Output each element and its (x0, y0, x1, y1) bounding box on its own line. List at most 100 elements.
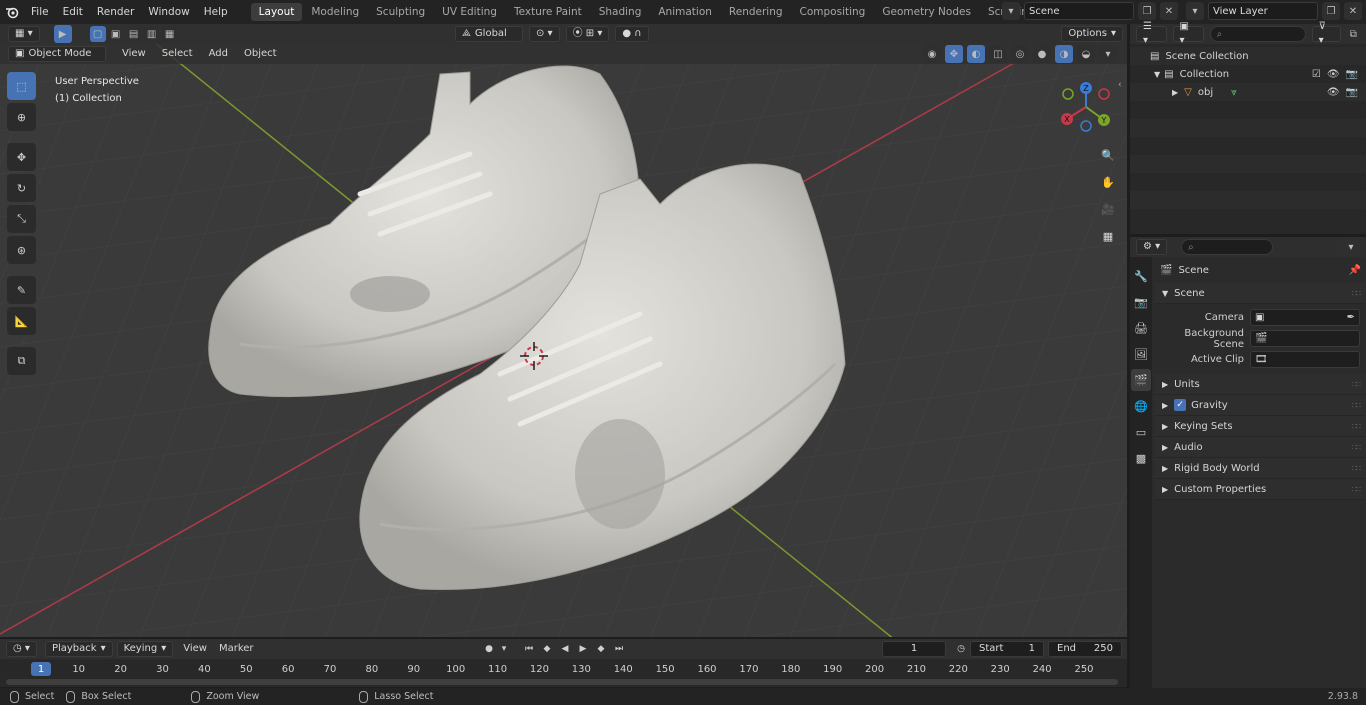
annotate-tool-icon[interactable]: ✎ (7, 276, 36, 304)
perspective-grid-icon[interactable]: ▦ (1097, 225, 1119, 247)
end-frame-field[interactable]: End 250 (1048, 641, 1122, 657)
camera-field[interactable]: ▣ ✒ (1250, 309, 1360, 326)
pin-icon[interactable]: 📌 (1349, 265, 1361, 276)
tab-shading[interactable]: Shading (591, 3, 650, 21)
tab-modeling[interactable]: Modeling (303, 3, 367, 21)
timeline-ruler[interactable]: 1 10 20 30 40 50 60 70 80 90 100 110 120 130 140 150 160… (0, 661, 1127, 677)
gravity-checkbox[interactable]: ✓ (1174, 399, 1187, 411)
transform-orientation-dropdown[interactable]: ⟁ Global (455, 26, 523, 42)
eyedropper-icon[interactable]: ✒ (1347, 312, 1355, 323)
world-tab-icon[interactable]: 🌐 (1131, 395, 1151, 417)
gravity-panel-header[interactable]: ▶ ✓ Gravity ∷∷ (1154, 395, 1366, 416)
tab-rendering[interactable]: Rendering (721, 3, 791, 21)
panel-grip-icon[interactable]: ∷∷ (1352, 485, 1361, 494)
keying-sets-panel-header[interactable]: ▶ Keying Sets ∷∷ (1154, 416, 1366, 437)
gizmo-toggle-icon[interactable]: ✥ (945, 45, 963, 63)
snap-dropdown[interactable]: ⦿ ⊞ ▾ (565, 26, 610, 42)
viewport-menu-object[interactable]: Object (238, 46, 283, 62)
view-layer-close-icon[interactable]: ✕ (1344, 2, 1362, 20)
navigation-gizmo[interactable]: Z Y X (1058, 80, 1118, 140)
options-dropdown[interactable]: Options ▾ (1061, 26, 1123, 42)
tab-texture-paint[interactable]: Texture Paint (506, 3, 590, 21)
viewport-menu-select[interactable]: Select (156, 46, 199, 62)
editor-type-dropdown[interactable]: ▦ ▾ (8, 26, 40, 42)
preview-range-clock-icon[interactable]: ◷ (953, 641, 969, 657)
shading-options-icon[interactable]: ▾ (1099, 45, 1117, 63)
panel-grip-icon[interactable]: ∷∷ (1352, 289, 1361, 298)
xray-toggle-icon[interactable]: ◫ (989, 45, 1007, 63)
prev-keyframe-icon[interactable]: ◆ (539, 641, 555, 657)
record-icon[interactable]: ● (481, 641, 497, 657)
outliner-row-collection[interactable]: ▼ ▤ Collection ☑ 👁 📷 (1130, 65, 1366, 83)
measure-tool-icon[interactable]: 📐 (7, 307, 36, 335)
tab-uv-editing[interactable]: UV Editing (434, 3, 505, 21)
custom-properties-panel-header[interactable]: ▶ Custom Properties ∷∷ (1154, 479, 1366, 500)
tab-geometry-nodes[interactable]: Geometry Nodes (874, 3, 979, 21)
tool-tab-icon[interactable]: 🔧 (1131, 265, 1151, 287)
wireframe-shading-icon[interactable]: ◎ (1011, 45, 1029, 63)
panel-grip-icon[interactable]: ∷∷ (1352, 380, 1361, 389)
rigid-body-world-panel-header[interactable]: ▶ Rigid Body World ∷∷ (1154, 458, 1366, 479)
outliner-display-mode-dropdown[interactable]: ▣ ▾ (1172, 21, 1204, 46)
overlay-toggle-icon[interactable]: ◐ (967, 45, 985, 63)
panel-grip-icon[interactable]: ∷∷ (1352, 401, 1361, 410)
panel-grip-icon[interactable]: ∷∷ (1352, 464, 1361, 473)
scene-tab-icon[interactable]: 🎬 (1131, 369, 1151, 391)
blender-logo-icon[interactable] (0, 0, 24, 24)
timeline-scrollbar[interactable] (6, 679, 1118, 685)
tab-sculpting[interactable]: Sculpting (368, 3, 433, 21)
collection-eye-icon[interactable]: 👁 (1327, 69, 1340, 80)
units-panel-header[interactable]: ▶ Units ∷∷ (1154, 374, 1366, 395)
scene-copy-icon[interactable]: ❐ (1138, 2, 1156, 20)
menu-edit[interactable]: Edit (56, 2, 90, 22)
next-keyframe-icon[interactable]: ◆ (593, 641, 609, 657)
panel-grip-icon[interactable]: ∷∷ (1352, 443, 1361, 452)
record-options-icon[interactable]: ▾ (499, 641, 509, 657)
select-invert-icon[interactable]: ▥ (143, 26, 160, 42)
scene-close-icon[interactable]: ✕ (1160, 2, 1178, 20)
view-layer-tab-icon[interactable]: 🖼 (1131, 343, 1151, 365)
pivot-point-dropdown[interactable]: ⊙ ▾ (529, 26, 560, 42)
output-tab-icon[interactable]: 🖨 (1131, 317, 1151, 339)
menu-file[interactable]: File (24, 2, 56, 22)
new-collection-icon[interactable]: ⧉ (1346, 25, 1361, 43)
proportional-edit-dropdown[interactable]: ● ∩ (615, 26, 649, 42)
outliner-editor-type-dropdown[interactable]: ☰ ▾ (1136, 21, 1167, 46)
scene-panel-header[interactable]: ▼ Scene ∷∷ (1154, 283, 1366, 304)
select-intersect-icon[interactable]: ▦ (161, 26, 178, 42)
cursor-tool-icon[interactable]: ⊕ (7, 103, 36, 131)
active-clip-field[interactable]: 🎞 (1250, 351, 1360, 368)
collection-checkbox-icon[interactable]: ☑ (1312, 69, 1321, 80)
outliner-row-scene-collection[interactable]: ▤ Scene Collection (1130, 47, 1366, 65)
obj-eye-icon[interactable]: 👁 (1327, 87, 1340, 98)
render-tab-icon[interactable]: 📷 (1131, 291, 1151, 313)
panel-grip-icon[interactable]: ∷∷ (1352, 422, 1361, 431)
timeline-view-menu[interactable]: View (177, 641, 213, 657)
select-new-icon[interactable]: ▢ (89, 26, 106, 42)
background-scene-field[interactable]: 🎬 (1250, 330, 1360, 347)
add-cube-tool-icon[interactable]: ⧉ (7, 347, 36, 375)
sidebar-toggle-icon[interactable]: ‹ (1118, 80, 1122, 90)
collection-tab-icon[interactable]: ▭ (1131, 421, 1151, 443)
viewport-menu-add[interactable]: Add (203, 46, 234, 62)
solid-shading-icon[interactable]: ● (1033, 45, 1051, 63)
pan-hand-icon[interactable]: ✋ (1097, 171, 1119, 193)
visibility-icon[interactable]: ◉ (923, 45, 941, 63)
select-tool-icon[interactable]: ▶ (53, 25, 72, 43)
obj-expand-icon[interactable]: ▶ (1172, 88, 1178, 97)
obj-camera-icon[interactable]: 📷 (1346, 87, 1358, 98)
camera-view-icon[interactable]: 🎥 (1097, 198, 1119, 220)
material-shading-icon[interactable]: ◑ (1055, 45, 1073, 63)
select-subtract-icon[interactable]: ▤ (125, 26, 142, 42)
properties-editor-type-dropdown[interactable]: ⚙ ▾ (1136, 239, 1168, 255)
rendered-shading-icon[interactable]: ◒ (1077, 45, 1095, 63)
rotate-tool-icon[interactable]: ↻ (7, 174, 36, 202)
tab-animation[interactable]: Animation (650, 3, 720, 21)
scale-tool-icon[interactable]: ⤡ (7, 205, 36, 233)
playback-menu[interactable]: Playback ▾ (44, 641, 113, 657)
properties-search-input[interactable]: ⌕ (1181, 239, 1274, 255)
start-frame-field[interactable]: Start 1 (970, 641, 1044, 657)
keying-menu[interactable]: Keying ▾ (116, 641, 174, 657)
3d-viewport[interactable]: ▣ Object Mode View Select Add Object ◉ ✥ … (0, 44, 1127, 637)
tab-layout[interactable]: Layout (250, 3, 303, 21)
